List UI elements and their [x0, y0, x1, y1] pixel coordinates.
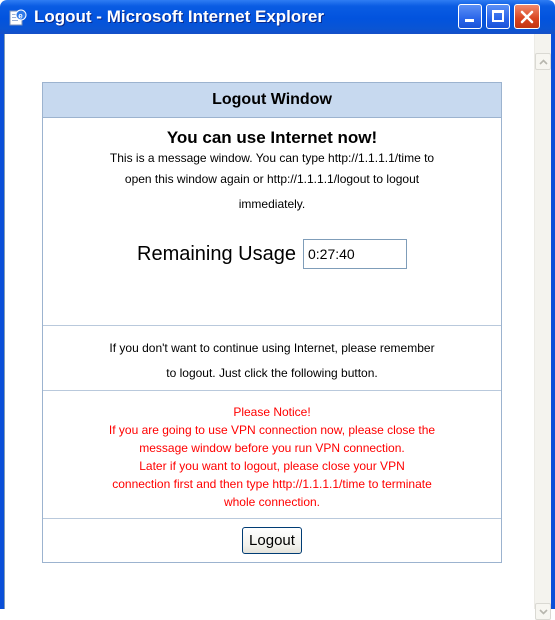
hint-section: If you don't want to continue using Inte…: [43, 326, 501, 391]
scroll-up-button[interactable]: [535, 53, 551, 70]
notice-line: connection first and then type http://1.…: [112, 477, 432, 491]
vertical-scrollbar[interactable]: [534, 34, 551, 620]
chevron-up-icon: [539, 59, 548, 65]
status-headline: You can use Internet now!: [166, 128, 378, 147]
remaining-usage-row: Remaining Usage: [51, 239, 493, 269]
maximize-icon: [492, 10, 504, 22]
title-bar[interactable]: e Logout - Microsoft Internet Explorer: [0, 0, 555, 34]
scroll-down-button[interactable]: [535, 603, 551, 620]
close-icon: [520, 10, 534, 24]
info-line: open this window again or http://1.1.1.1…: [124, 172, 420, 186]
window-title: Logout - Microsoft Internet Explorer: [34, 7, 324, 26]
notice-line: message window before you run VPN connec…: [139, 441, 405, 455]
ie-page-icon[interactable]: e: [8, 8, 27, 27]
maximize-button[interactable]: [486, 4, 510, 29]
status-section: You can use Internet now! This is a mess…: [43, 118, 501, 326]
close-button[interactable]: [514, 4, 540, 29]
minimize-icon: [465, 19, 474, 22]
chevron-down-icon: [539, 609, 548, 615]
svg-text:e: e: [18, 12, 23, 21]
minimize-button[interactable]: [458, 4, 482, 29]
window-frame-right: [551, 34, 555, 609]
notice-section: Please Notice! If you are going to use V…: [43, 391, 501, 519]
hint-line: to logout. Just click the following butt…: [166, 366, 378, 380]
logout-panel: Logout Window You can use Internet now! …: [42, 82, 502, 563]
notice-title: Please Notice!: [233, 405, 311, 419]
hint-line: If you don't want to continue using Inte…: [109, 341, 435, 355]
panel-header: Logout Window: [43, 83, 501, 118]
logout-button[interactable]: Logout: [242, 527, 302, 554]
remaining-usage-field[interactable]: [302, 239, 407, 269]
notice-line: Later if you want to logout, please clos…: [139, 459, 405, 473]
remaining-usage-label: Remaining Usage: [137, 242, 296, 265]
notice-line: whole connection.: [223, 495, 321, 509]
button-section: Logout: [43, 519, 501, 562]
notice-line: If you are going to use VPN connection n…: [108, 423, 436, 437]
info-line: immediately.: [238, 197, 306, 211]
info-line: This is a message window. You can type h…: [109, 151, 435, 165]
